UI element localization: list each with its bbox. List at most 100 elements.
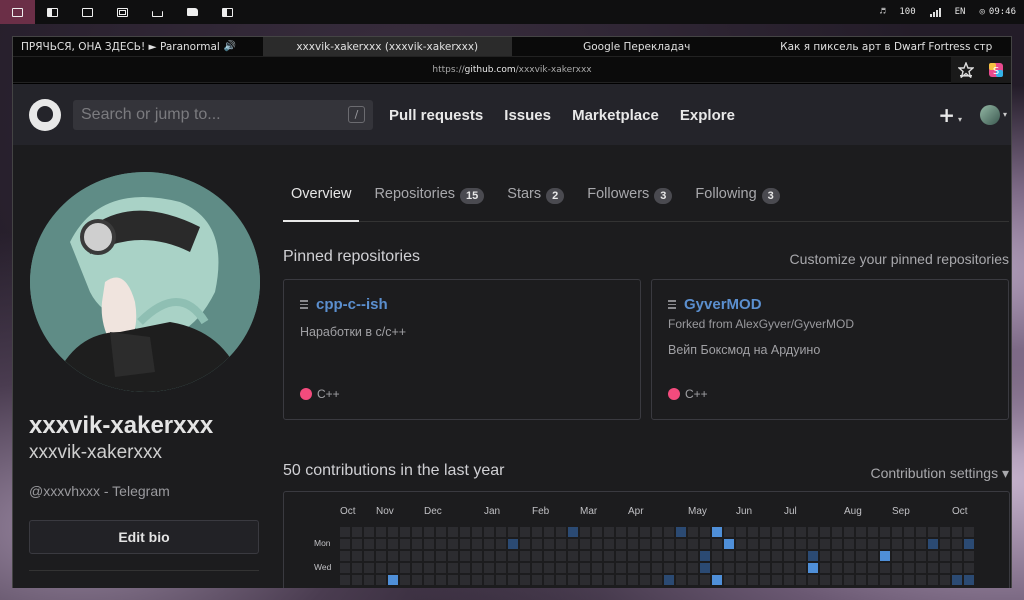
contribution-cell[interactable] [412,539,422,549]
contribution-cell[interactable] [340,575,350,585]
contribution-cell[interactable] [736,527,746,537]
contribution-cell[interactable] [460,527,470,537]
contribution-cell[interactable] [688,539,698,549]
contribution-cell[interactable] [880,575,890,585]
contribution-cell[interactable] [520,527,530,537]
contribution-cell[interactable] [928,563,938,573]
tab-google-translate[interactable]: Google Переклaдач [512,37,762,56]
contribution-cell[interactable] [460,551,470,561]
contribution-cell[interactable] [952,575,962,585]
contribution-cell[interactable] [868,539,878,549]
contribution-cell[interactable] [364,563,374,573]
contribution-cell[interactable] [352,575,362,585]
contribution-cell[interactable] [796,539,806,549]
fork-source[interactable]: Forked from AlexGyver/GyverMOD [668,317,992,331]
contribution-cell[interactable] [808,551,818,561]
github-logo-icon[interactable] [29,98,61,131]
contribution-cell[interactable] [556,527,566,537]
contribution-cell[interactable] [856,527,866,537]
contribution-cell[interactable] [460,539,470,549]
contribution-cell[interactable] [892,551,902,561]
contribution-cell[interactable] [400,575,410,585]
bookmark-star-icon[interactable] [951,57,981,83]
contribution-cell[interactable] [868,563,878,573]
contribution-cell[interactable] [340,527,350,537]
contribution-cell[interactable] [664,563,674,573]
contribution-cell[interactable] [580,563,590,573]
contribution-cell[interactable] [508,551,518,561]
contribution-cell[interactable] [640,527,650,537]
contribution-cell[interactable] [880,527,890,537]
contribution-cell[interactable] [448,563,458,573]
contribution-cell[interactable] [904,551,914,561]
contribution-cell[interactable] [916,551,926,561]
contribution-cell[interactable] [736,575,746,585]
contribution-cell[interactable] [940,575,950,585]
contribution-cell[interactable] [784,563,794,573]
contribution-cell[interactable] [544,563,554,573]
contribution-cell[interactable] [424,527,434,537]
contribution-cell[interactable] [796,563,806,573]
contribution-cell[interactable] [904,539,914,549]
contribution-cell[interactable] [808,563,818,573]
contribution-cell[interactable] [484,539,494,549]
contribution-cell[interactable] [592,575,602,585]
contribution-cell[interactable] [916,575,926,585]
tab-repositories[interactable]: Repositories 15 [366,182,492,221]
contribution-cell[interactable] [628,551,638,561]
contribution-cell[interactable] [916,563,926,573]
contribution-cell[interactable] [628,539,638,549]
contribution-cell[interactable] [580,539,590,549]
contribution-cell[interactable] [916,527,926,537]
contribution-cell[interactable] [688,527,698,537]
contribution-cell[interactable] [676,575,686,585]
contribution-cell[interactable] [880,539,890,549]
contribution-cell[interactable] [820,539,830,549]
contribution-cell[interactable] [412,575,422,585]
contribution-cell[interactable] [580,527,590,537]
contribution-cell[interactable] [712,575,722,585]
contribution-cell[interactable] [508,527,518,537]
contribution-cell[interactable] [820,551,830,561]
contribution-cell[interactable] [472,527,482,537]
contribution-cell[interactable] [760,539,770,549]
contribution-cell[interactable] [472,575,482,585]
contribution-cell[interactable] [592,563,602,573]
contribution-cell[interactable] [952,527,962,537]
contribution-settings-dropdown[interactable]: Contribution settings ▾ [870,465,1009,482]
contribution-cell[interactable] [760,575,770,585]
contribution-cell[interactable] [424,563,434,573]
extension-icon[interactable]: S [981,57,1011,83]
tab-paranormal[interactable]: ПРЯЧЬСЯ, ОНА ЗДЕСЬ! ► Paranormal 🔊 [13,37,263,56]
contribution-cell[interactable] [712,563,722,573]
contribution-cell[interactable] [568,527,578,537]
contribution-cell[interactable] [496,527,506,537]
contribution-cell[interactable] [892,527,902,537]
contribution-cell[interactable] [352,551,362,561]
contribution-cell[interactable] [712,539,722,549]
profile-avatar[interactable] [30,172,260,392]
contribution-cell[interactable] [508,575,518,585]
contribution-cell[interactable] [760,551,770,561]
new-menu-button[interactable]: + ▾ [938,103,962,127]
contribution-cell[interactable] [676,551,686,561]
nav-pull-requests[interactable]: Pull requests [389,107,483,124]
contribution-cell[interactable] [844,575,854,585]
contribution-cell[interactable] [448,527,458,537]
trash-icon[interactable] [140,0,175,24]
contribution-cell[interactable] [784,551,794,561]
contribution-cell[interactable] [736,539,746,549]
volume-icon[interactable]: ♬ [880,7,885,17]
contribution-cell[interactable] [712,527,722,537]
contribution-cell[interactable] [436,527,446,537]
contribution-cell[interactable] [400,527,410,537]
contribution-cell[interactable] [532,527,542,537]
contribution-cell[interactable] [460,563,470,573]
contribution-cell[interactable] [928,575,938,585]
contribution-cell[interactable] [496,563,506,573]
contribution-cell[interactable] [412,527,422,537]
contribution-cell[interactable] [508,539,518,549]
contribution-cell[interactable] [892,575,902,585]
contribution-cell[interactable] [604,539,614,549]
contribution-cell[interactable] [496,551,506,561]
